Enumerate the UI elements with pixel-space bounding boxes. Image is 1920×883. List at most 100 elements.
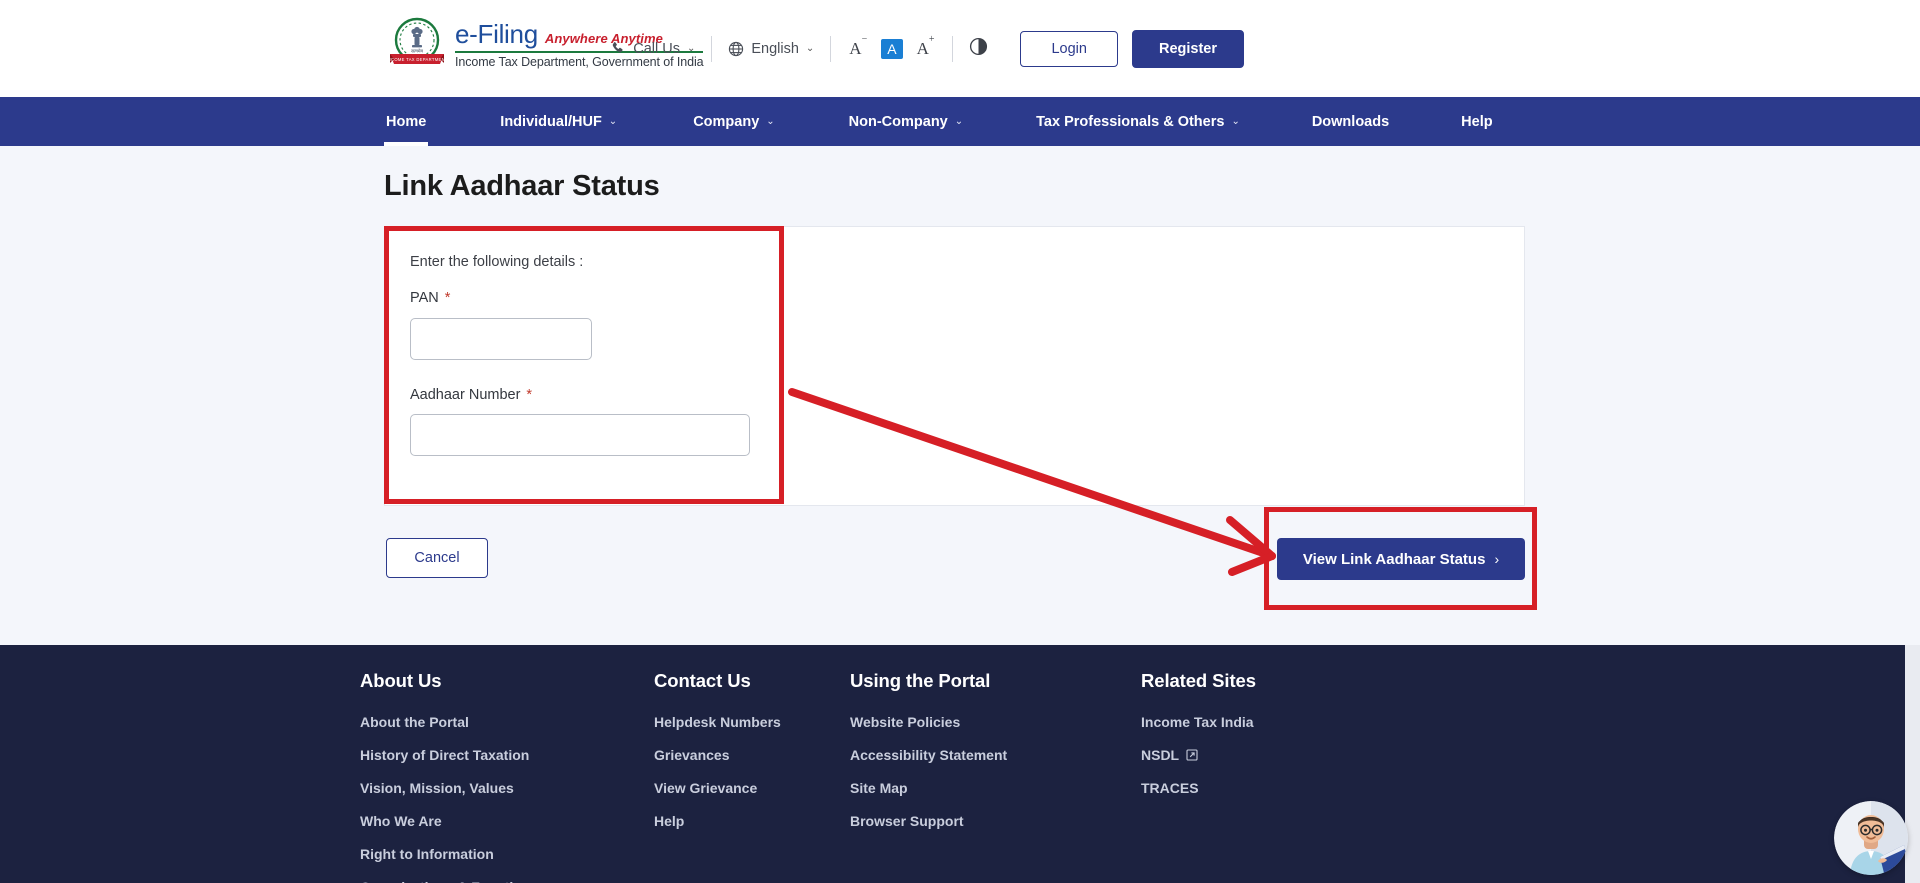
footer-link[interactable]: Helpdesk Numbers [654, 714, 850, 730]
chevron-down-icon: ⌄ [766, 116, 775, 127]
footer-link-label: Vision, Mission, Values [360, 780, 514, 796]
nav-label: Downloads [1311, 113, 1390, 130]
footer-column-about-us: About Us About the Portal History of Dir… [360, 670, 654, 883]
pan-label-text: PAN [410, 290, 439, 306]
footer-link[interactable]: Who We Are [360, 813, 654, 829]
nav-item-individual-huf[interactable]: Individual/HUF ⌄ [498, 97, 619, 146]
brand-title: e-Filing [455, 19, 538, 49]
header-divider-1 [711, 35, 713, 62]
font-increase-icon[interactable]: A+ [915, 34, 937, 59]
footer-link[interactable]: History of Direct Taxation [360, 747, 654, 763]
site-footer: About Us About the Portal History of Dir… [0, 645, 1920, 883]
footer-link-label: View Grievance [654, 780, 758, 796]
nav-label: Company [693, 113, 760, 130]
footer-link-label: Help [654, 813, 685, 829]
svg-text:INCOME TAX DEPARTMENT: INCOME TAX DEPARTMENT [388, 57, 446, 62]
nav-label: Individual/HUF [500, 113, 602, 130]
header-divider-3 [952, 35, 954, 62]
nav-item-downloads[interactable]: Downloads [1310, 97, 1391, 146]
footer-link-label: Website Policies [850, 714, 961, 730]
footer-column-related-sites: Related Sites Income Tax India NSDL TRAC… [1141, 670, 1381, 883]
footer-link[interactable]: Website Policies [850, 714, 1141, 730]
footer-link-label: Income Tax India [1141, 714, 1254, 730]
form-intro-text: Enter the following details : [410, 254, 584, 270]
language-label: English [751, 40, 799, 57]
footer-link-external[interactable]: NSDL [1141, 747, 1381, 763]
india-emblem-icon: सत्यमेव INCOME TAX DEPARTMENT [388, 16, 446, 70]
footer-link-label: Right to Information [360, 846, 494, 862]
call-us-dropdown[interactable]: Call Us ⌄ [611, 41, 695, 57]
nav-label: Help [1461, 113, 1493, 130]
pan-input[interactable] [410, 318, 592, 360]
chevron-down-icon: ⌄ [805, 43, 815, 54]
chevron-down-icon: ⌄ [608, 116, 618, 127]
page-root: सत्यमेव INCOME TAX DEPARTMENT e-Filing A… [0, 0, 1920, 883]
nav-item-home[interactable]: Home [384, 97, 429, 146]
footer-link[interactable]: Right to Information [360, 846, 654, 862]
footer-heading: About Us [360, 670, 442, 691]
chevron-down-icon: ⌄ [686, 43, 696, 54]
footer-link-label: Accessibility Statement [850, 747, 1008, 763]
call-us-label: Call Us [633, 40, 680, 57]
main-navigation: Home Individual/HUF ⌄ Company ⌄ Non-Comp… [0, 97, 1920, 146]
site-header: सत्यमेव INCOME TAX DEPARTMENT e-Filing A… [0, 0, 1920, 97]
required-marker: * [526, 387, 533, 403]
footer-link[interactable]: Site Map [850, 780, 1141, 796]
pan-label: PAN * [410, 290, 450, 306]
view-link-aadhaar-status-button[interactable]: View Link Aadhaar Status › [1277, 538, 1525, 580]
nav-label: Non-Company [848, 113, 948, 130]
nav-item-help[interactable]: Help [1459, 97, 1494, 146]
font-decrease-sign: − [861, 33, 868, 45]
login-button[interactable]: Login [1020, 30, 1118, 67]
aadhaar-label-text: Aadhaar Number [410, 387, 521, 403]
required-marker: * [444, 290, 451, 306]
nav-label: Tax Professionals & Others [1036, 113, 1225, 130]
footer-heading: Related Sites [1141, 670, 1256, 691]
nav-label: Home [386, 113, 427, 130]
header-utility-bar: Call Us ⌄ English ⌄ A− A A+ Login Regist… [611, 0, 1920, 97]
font-increase-sign: + [928, 33, 935, 45]
footer-link[interactable]: Vision, Mission, Values [360, 780, 654, 796]
footer-link-label: Helpdesk Numbers [654, 714, 781, 730]
footer-link-label: Organizations & Functions [360, 879, 538, 883]
footer-link-label: About the Portal [360, 714, 469, 730]
footer-link[interactable]: Help [654, 813, 850, 829]
language-dropdown[interactable]: English ⌄ [728, 41, 814, 57]
footer-link[interactable]: Browser Support [850, 813, 1141, 829]
footer-link[interactable]: Accessibility Statement [850, 747, 1141, 763]
font-decrease-letter: A [849, 38, 862, 58]
footer-link-label: TRACES [1141, 780, 1199, 796]
footer-link-label: History of Direct Taxation [360, 747, 530, 763]
footer-link[interactable]: TRACES [1141, 780, 1381, 796]
contrast-toggle-icon[interactable] [969, 37, 988, 61]
phone-icon [611, 41, 626, 56]
cancel-button[interactable]: Cancel [386, 538, 488, 578]
aadhaar-number-input[interactable] [410, 414, 750, 456]
external-link-icon [1186, 749, 1198, 761]
footer-link[interactable]: About the Portal [360, 714, 654, 730]
globe-icon [728, 41, 744, 57]
footer-link[interactable]: Grievances [654, 747, 850, 763]
footer-link-label: Browser Support [850, 813, 964, 829]
footer-scrollbar-track[interactable] [1905, 645, 1920, 883]
nav-item-company[interactable]: Company ⌄ [691, 97, 776, 146]
footer-link[interactable]: Income Tax India [1141, 714, 1381, 730]
font-default-icon[interactable]: A [881, 38, 903, 59]
svg-text:सत्यमेव: सत्यमेव [411, 49, 423, 54]
footer-link-label: Grievances [654, 747, 730, 763]
footer-link-label: Who We Are [360, 813, 442, 829]
chevron-right-icon: › [1494, 551, 1500, 567]
footer-link[interactable]: View Grievance [654, 780, 850, 796]
font-decrease-icon[interactable]: A− [847, 34, 869, 59]
aadhaar-label: Aadhaar Number * [410, 387, 532, 403]
page-title: Link Aadhaar Status [384, 170, 660, 202]
chatbot-avatar-icon[interactable] [1834, 801, 1908, 875]
header-divider-2 [830, 35, 832, 62]
footer-column-using-the-portal: Using the Portal Website Policies Access… [850, 670, 1141, 883]
register-button[interactable]: Register [1131, 29, 1244, 68]
footer-heading: Contact Us [654, 670, 751, 691]
nav-item-tax-professionals[interactable]: Tax Professionals & Others ⌄ [1034, 97, 1242, 146]
footer-column-contact-us: Contact Us Helpdesk Numbers Grievances V… [654, 670, 850, 883]
nav-item-non-company[interactable]: Non-Company ⌄ [847, 97, 965, 146]
footer-link[interactable]: Organizations & Functions [360, 879, 654, 883]
